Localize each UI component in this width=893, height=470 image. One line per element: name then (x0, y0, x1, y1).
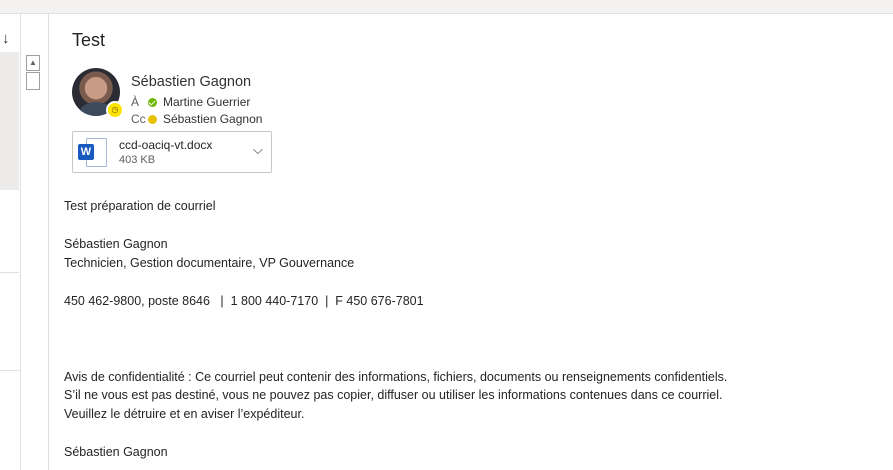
signature-phone: 450 462-9800, poste 8646 | 1 800 440-717… (64, 294, 424, 308)
disclaimer-line: S’il ne vous est pas destiné, vous ne po… (64, 388, 723, 402)
disclaimer-line: Avis de confidentialité : Ce courriel pe… (64, 370, 728, 384)
scrollbar[interactable]: ▲ (26, 55, 40, 90)
pane-divider (48, 14, 49, 470)
scrollbar-thumb[interactable] (26, 72, 40, 90)
recipient-cc[interactable]: Sébastien Gagnon (163, 112, 262, 126)
signature-title: Technicien, Gestion documentaire, VP Gou… (64, 256, 355, 270)
body-line: Test préparation de courriel (64, 199, 216, 213)
word-icon: W (78, 138, 107, 167)
to-row: À Martine Guerrier (131, 95, 250, 109)
clock-icon: ◷ (106, 101, 124, 119)
list-divider (0, 370, 19, 371)
attachment-name: ccd-oaciq-vt.docx (119, 138, 213, 152)
attachment-size: 403 KB (119, 154, 156, 166)
away-dot-icon (148, 114, 157, 124)
message-subject: Test (72, 30, 106, 50)
cc-label: Cc (131, 112, 146, 126)
recipient-to[interactable]: Martine Guerrier (163, 95, 250, 109)
window-top-bar (0, 0, 893, 14)
signature-name: Sébastien Gagnon (64, 237, 168, 251)
message-list-pane: ↓ (0, 14, 21, 470)
sender-name[interactable]: Sébastien Gagnon (131, 74, 251, 90)
disclaimer-line: Veuillez le détruire et en aviser l’expé… (64, 407, 305, 421)
cc-row: Cc Sébastien Gagnon (131, 112, 262, 126)
closing-name: Sébastien Gagnon (64, 445, 168, 459)
scroll-up-arrow-icon[interactable]: ▲ (26, 55, 40, 71)
list-divider (0, 272, 19, 273)
chevron-down-icon[interactable]: ⌵ (253, 142, 263, 158)
check-circle-icon (148, 97, 157, 107)
to-label: À (131, 95, 140, 109)
attachment-card[interactable]: W ccd-oaciq-vt.docx 403 KB ⌵ (72, 131, 272, 173)
arrow-down-icon[interactable]: ↓ (2, 30, 10, 47)
selected-message-item[interactable] (0, 52, 19, 190)
